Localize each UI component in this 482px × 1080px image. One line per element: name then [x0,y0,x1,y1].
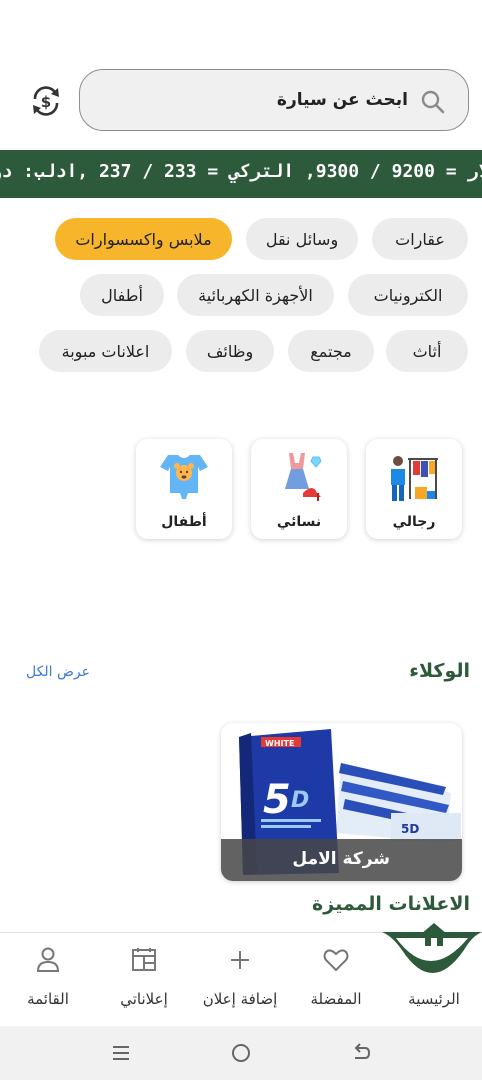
agents-title: الوكلاء [409,660,470,682]
nav-add-ad-label: إضافة إعلان [202,990,278,1008]
nav-my-ads-label: إعلاناتي [120,990,168,1008]
currency-ticker: ولار = 9200 / 9300, التركي = 233 / 237 ,… [0,150,482,198]
svg-text:D: D [291,788,309,813]
baby-romper-icon [160,455,208,499]
subcategory-kids[interactable]: أطفال [136,439,232,539]
chip-classifieds[interactable]: اعلانات مبوبة [39,330,172,372]
subcategory-men-label: رجالي [392,514,436,530]
nav-add-ad[interactable]: إضافة إعلان [192,933,288,1027]
chip-community[interactable]: مجتمع [288,330,374,372]
currency-exchange-icon[interactable]: $ [27,82,65,120]
chip-electronics[interactable]: الكترونيات [348,274,468,316]
chip-jobs[interactable]: وظائف [186,330,274,372]
chip-transport[interactable]: وسائل نقل [246,218,358,260]
chip-real-estate[interactable]: عقارات [372,218,468,260]
chip-appliances[interactable]: الأجهزة الكهربائية [177,274,334,316]
search-bar[interactable]: ابحث عن سيارة [79,69,469,131]
search-label: ابحث عن سيارة [276,90,408,110]
recent-apps-icon[interactable] [110,1042,132,1064]
agent-card[interactable]: 5D WHITE 5 D شركة الامل [221,723,462,881]
nav-menu-label: القائمة [27,990,69,1008]
home-icon[interactable] [420,921,448,947]
ticker-text: ولار = 9200 / 9300, التركي = 233 / 237 ,… [0,161,482,182]
men-clothes-icon [391,456,438,501]
subcategory-women[interactable]: نسائي [251,439,347,539]
chip-clothes-accessories[interactable]: ملابس واكسسوارات [55,218,232,260]
plus-icon [231,951,249,969]
search-icon [421,90,445,114]
svg-text:WHITE: WHITE [265,739,294,748]
chip-kids[interactable]: أطفال [80,274,164,316]
nav-favorites-label: المفضلة [310,990,362,1008]
view-all-link[interactable]: عرض الكل [26,664,90,680]
svg-text:5: 5 [263,777,291,823]
nav-menu[interactable]: القائمة [0,933,96,1027]
home-button-icon[interactable] [230,1042,252,1064]
person-icon [36,947,60,972]
system-nav-bar [0,1026,482,1080]
subcategory-women-label: نسائي [276,514,322,530]
svg-text:5D: 5D [401,822,419,836]
featured-title: الاعلانات المميزة [312,893,470,915]
nav-my-ads[interactable]: إعلاناتي [96,933,192,1027]
subcategory-men[interactable]: رجالي [366,439,462,539]
chip-furniture[interactable]: أثاث [386,330,468,372]
agent-name: شركة الامل [292,849,390,869]
calendar-ads-icon [132,948,156,971]
back-icon[interactable] [350,1042,372,1064]
nav-favorites[interactable]: المفضلة [288,933,384,1027]
agent-caption: شركة الامل [221,839,462,881]
women-dress-icon [285,453,322,501]
subcategory-kids-label: أطفال [161,514,207,530]
svg-text:$: $ [41,93,51,111]
heart-icon [323,949,349,972]
nav-home-label: الرئيسية [408,990,460,1008]
